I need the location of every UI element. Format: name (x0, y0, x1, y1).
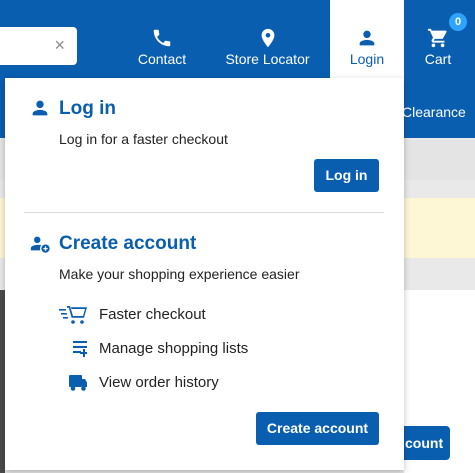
nav-contact[interactable]: Contact (123, 0, 201, 78)
login-button[interactable]: Log in (314, 159, 379, 192)
login-title: Log in (59, 98, 116, 119)
user-icon (359, 30, 375, 46)
nav-login-label: Login (349, 51, 385, 67)
notice-banner (404, 198, 475, 258)
user-icon (32, 100, 48, 116)
login-subtitle: Log in for a faster checkout (59, 131, 228, 147)
fast-cart-icon (59, 306, 87, 324)
add-user-icon (30, 236, 50, 253)
benefit-label: Manage shopping lists (99, 340, 249, 357)
cart-count-badge: 0 (449, 13, 467, 31)
create-account-title: Create account (59, 233, 197, 254)
nav-cart-label: Cart (424, 51, 452, 67)
search-input[interactable]: × (0, 27, 77, 65)
nav-login[interactable]: Login (330, 0, 404, 78)
clear-search-icon[interactable]: × (54, 35, 65, 55)
location-pin-icon (261, 28, 274, 48)
truck-icon (69, 375, 87, 391)
site-header: × Contact Store Locator Login 0 Cart (0, 0, 475, 78)
benefit-label: Faster checkout (99, 306, 206, 323)
divider (24, 212, 384, 213)
nav-clearance-link[interactable]: Clearance (402, 104, 466, 120)
playlist-add-icon (73, 341, 87, 357)
cart-icon (427, 28, 447, 48)
nav-contact-label: Contact (137, 51, 187, 67)
create-account-subtitle: Make your shopping experience easier (59, 266, 300, 282)
login-dropdown-panel: Log in Log in for a faster checkout Log … (5, 78, 404, 470)
phone-icon (153, 29, 171, 47)
nav-store-label: Store Locator (225, 51, 310, 67)
nav-store-locator[interactable]: Store Locator (215, 0, 320, 78)
nav-cart[interactable]: 0 Cart (413, 0, 467, 78)
create-account-button[interactable]: Create account (256, 412, 379, 445)
benefit-label: View order history (99, 374, 219, 391)
